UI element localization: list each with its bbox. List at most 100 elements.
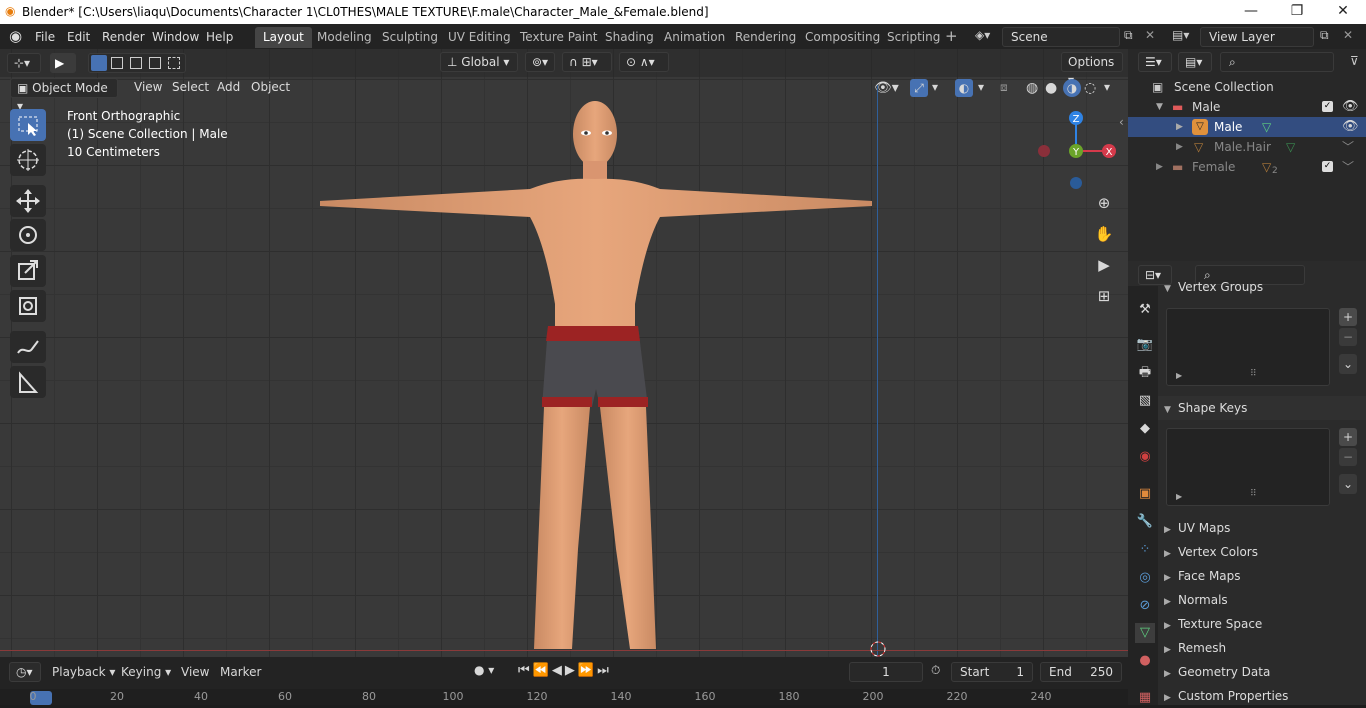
tab-compositing[interactable]: Compositing	[797, 27, 888, 48]
outliner-search-input[interactable]: ⌕	[1220, 52, 1334, 72]
select-extend-icon[interactable]	[111, 57, 123, 69]
particles-tab-icon[interactable]: ⁘	[1135, 540, 1155, 560]
add-vertex-group-button[interactable]: +	[1339, 308, 1357, 326]
outliner-row-male-object[interactable]: ▶ ▽ Male ▽ 👁	[1128, 117, 1366, 137]
eye-icon[interactable]: 👁	[1342, 117, 1359, 137]
view-menu[interactable]: View	[128, 78, 168, 98]
timeline-editor-type[interactable]: ◷▾	[9, 662, 41, 682]
output-tab-icon[interactable]: 🖶	[1135, 363, 1155, 383]
overlay-dropdown-icon[interactable]: ▾	[978, 80, 984, 94]
playback-controls[interactable]: ⏮⏪◀▶⏩⏭	[518, 663, 612, 678]
delete-scene-icon[interactable]: ✕	[1145, 28, 1155, 42]
outliner-row-male-hair[interactable]: ▶ ▽ Male.Hair ▽ ﹀	[1128, 137, 1366, 157]
select-invert-icon[interactable]	[149, 57, 161, 69]
menu-edit[interactable]: Edit	[61, 28, 96, 46]
pivot-point-icon[interactable]: ⊚▾	[525, 52, 555, 72]
constraints-tab-icon[interactable]: ⊘	[1135, 596, 1155, 616]
view-layer-tab-icon[interactable]: ▧	[1135, 391, 1155, 411]
vertex-group-specials-button[interactable]: ⌄	[1339, 354, 1357, 374]
new-view-layer-icon[interactable]: ⧉	[1320, 28, 1329, 43]
include-checkbox[interactable]: ✓	[1322, 101, 1333, 112]
tab-animation[interactable]: Animation	[656, 27, 733, 48]
auto-keying-icon[interactable]: ● ▾	[474, 663, 494, 677]
uv-maps-panel-header[interactable]: ▶ UV Maps	[1158, 516, 1366, 540]
tool-measure[interactable]	[10, 366, 46, 398]
include-checkbox[interactable]: ✓	[1322, 161, 1333, 172]
material-tab-icon[interactable]: ●	[1135, 651, 1155, 671]
zoom-icon[interactable]: ⊕	[1093, 194, 1115, 216]
keying-menu[interactable]: Keying ▾	[121, 665, 171, 679]
hidden-eye-icon[interactable]: ﹀	[1342, 157, 1354, 177]
object-menu[interactable]: Object	[245, 78, 296, 98]
pan-hand-icon[interactable]: ✋	[1093, 225, 1115, 247]
camera-view-icon[interactable]: ▶	[1093, 256, 1115, 278]
delete-view-layer-icon[interactable]: ✕	[1343, 28, 1353, 42]
transform-orientation-dropdown[interactable]: ⊥ Global ▾	[440, 52, 518, 72]
shape-keys-panel-header[interactable]: ▼ Shape Keys	[1158, 396, 1366, 420]
gizmo-toggle-icon[interactable]: ⤢	[910, 79, 928, 97]
selection-mode-group[interactable]	[88, 53, 186, 73]
3d-viewport[interactable]: ⊹▾ ▶ ⊥ Global ▾ ⊚▾ ∩ ⊞▾ ⊙ ∧▾ Options ▾ ▣…	[0, 49, 1128, 657]
options-dropdown[interactable]: Options ▾	[1061, 52, 1123, 87]
current-frame-field[interactable]: 1	[849, 662, 923, 682]
outliner-row-scene-collection[interactable]: ▣ Scene Collection	[1128, 77, 1366, 97]
data-tab-icon[interactable]: ▽	[1135, 623, 1155, 643]
gizmo-dropdown-icon[interactable]: ▾	[932, 80, 938, 94]
expand-arrow-icon[interactable]: ▶	[1156, 157, 1163, 177]
menu-render[interactable]: Render	[96, 28, 151, 46]
vertex-colors-panel-header[interactable]: ▶ Vertex Colors	[1158, 540, 1366, 564]
editor-type-dropdown[interactable]: ⊹▾	[7, 53, 41, 73]
add-workspace-icon[interactable]: +	[945, 27, 958, 45]
scene-name-field[interactable]: Scene	[1002, 27, 1120, 47]
tab-sculpting[interactable]: Sculpting	[374, 27, 446, 48]
close-button[interactable]: ✕	[1320, 0, 1366, 24]
geometry-data-panel-header[interactable]: ▶ Geometry Data	[1158, 660, 1366, 684]
outliner-editor-type[interactable]: ☰▾	[1138, 52, 1172, 72]
eye-icon[interactable]: 👁	[1342, 97, 1359, 117]
overlay-toggle-icon[interactable]: ◐	[955, 79, 973, 97]
physics-tab-icon[interactable]: ◎	[1135, 568, 1155, 588]
navigation-gizmo[interactable]: Z X Y	[1036, 109, 1120, 193]
vertex-groups-panel-header[interactable]: ▼ Vertex Groups	[1158, 278, 1366, 296]
face-maps-panel-header[interactable]: ▶ Face Maps	[1158, 564, 1366, 588]
filter-icon[interactable]: ⊽	[1350, 54, 1359, 68]
tab-uv-editing[interactable]: UV Editing	[440, 27, 519, 48]
maximize-button[interactable]: ❐	[1274, 0, 1320, 24]
normals-panel-header[interactable]: ▶ Normals	[1158, 588, 1366, 612]
scene-icon[interactable]: ◈▾	[975, 28, 990, 42]
object-tab-icon[interactable]: ▣	[1135, 484, 1155, 504]
add-menu[interactable]: Add	[211, 78, 246, 98]
list-resize-handle[interactable]: ⠿	[1250, 369, 1257, 379]
ortho-grid-icon[interactable]: ⊞	[1093, 287, 1115, 309]
select-new-icon[interactable]	[91, 55, 107, 71]
remove-vertex-group-button[interactable]: −	[1339, 328, 1357, 346]
timeline-view-menu[interactable]: View	[181, 665, 209, 679]
tool-cursor[interactable]	[10, 144, 46, 176]
tool-move[interactable]	[10, 185, 46, 217]
tool-tab-icon[interactable]: ⚒	[1135, 300, 1155, 320]
wireframe-shading-icon[interactable]: ◍	[1026, 80, 1038, 96]
snap-icon[interactable]: ∩ ⊞▾	[562, 52, 612, 72]
display-mode-dropdown[interactable]: ▤▾	[1178, 52, 1212, 72]
view-layer-field[interactable]: View Layer	[1200, 27, 1314, 47]
rendered-shading-icon[interactable]: ◌	[1084, 80, 1096, 96]
tab-modeling[interactable]: Modeling	[309, 27, 380, 48]
remove-shape-key-button[interactable]: −	[1339, 448, 1357, 466]
minimize-button[interactable]: —	[1228, 0, 1274, 24]
mode-dropdown[interactable]: ▣ Object Mode ▾	[10, 78, 118, 113]
select-mode-icon[interactable]: ▶	[50, 53, 76, 73]
proportional-edit-icon[interactable]: ⊙ ∧▾	[619, 52, 669, 72]
shape-keys-list[interactable]	[1166, 428, 1330, 506]
material-shading-icon[interactable]: ◑	[1063, 79, 1081, 97]
tool-rotate[interactable]	[10, 219, 46, 251]
male-character-mesh[interactable]	[300, 89, 900, 657]
list-expand-icon[interactable]: ▶	[1176, 492, 1182, 501]
tab-texture-paint[interactable]: Texture Paint	[512, 27, 605, 48]
outliner-row-female-collection[interactable]: ▶ ▬ Female ▽ 2 ✓ ﹀	[1128, 157, 1366, 177]
shape-key-specials-button[interactable]: ⌄	[1339, 474, 1357, 494]
tab-scripting[interactable]: Scripting	[879, 27, 948, 48]
scene-tab-icon[interactable]: ◆	[1135, 419, 1155, 439]
list-resize-handle[interactable]: ⠿	[1250, 489, 1257, 499]
start-frame-field[interactable]: Start 1	[951, 662, 1033, 682]
tab-layout[interactable]: Layout	[255, 27, 312, 48]
